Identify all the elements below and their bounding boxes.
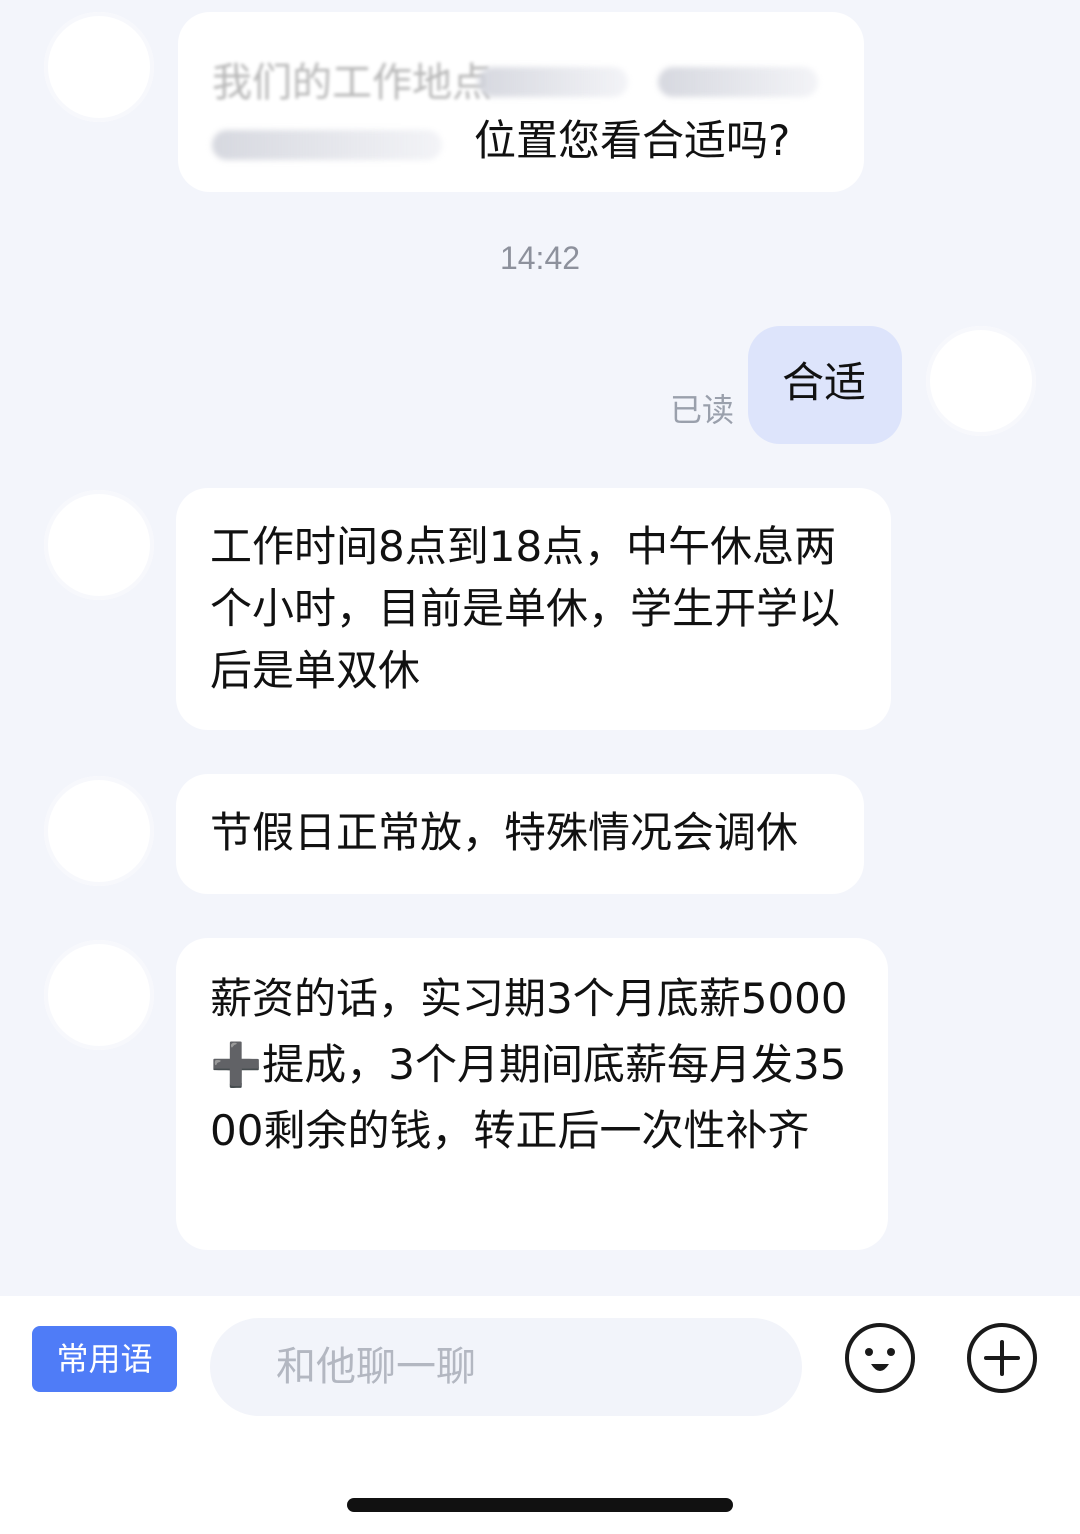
- message-bubble[interactable]: 工作时间8点到18点，中午休息两个小时，目前是单休，学生开学以后是单双休: [176, 488, 891, 730]
- sender-avatar[interactable]: [44, 776, 154, 886]
- common-phrases-button[interactable]: 常用语: [32, 1326, 177, 1392]
- message-text: 位置您看合适吗?: [474, 116, 791, 165]
- message-bubble[interactable]: 薪资的话，实习期3个月底薪5000➕提成，3个月期间底薪每月发3500剩余的钱，…: [176, 938, 888, 1250]
- message-timestamp: 14:42: [499, 240, 581, 276]
- redaction-blur: [658, 67, 818, 97]
- sender-avatar[interactable]: [44, 490, 154, 600]
- sender-avatar[interactable]: [44, 940, 154, 1050]
- sender-avatar[interactable]: [44, 12, 154, 122]
- message-text-obscured-fragment: 我们的工作地点: [212, 60, 492, 106]
- message-bubble[interactable]: 我们的工作地点 位置您看合适吗?: [178, 12, 864, 192]
- message-bubble[interactable]: 节假日正常放，特殊情况会调休: [176, 774, 864, 894]
- read-status: 已读: [670, 391, 735, 429]
- message-text: 工作时间8点到18点，中午休息两个小时，目前是单休，学生开学以后是单双休: [210, 522, 841, 695]
- message-text: 合适: [782, 358, 867, 407]
- input-bar: 常用语 和他聊一聊: [0, 1296, 1080, 1534]
- redaction-blur: [212, 130, 442, 160]
- my-avatar[interactable]: [926, 326, 1036, 436]
- my-message-bubble[interactable]: 合适: [748, 326, 902, 444]
- message-text: 薪资的话，实习期3个月底薪5000➕提成，3个月期间底薪每月发3500剩余的钱，…: [210, 974, 848, 1155]
- message-input[interactable]: 和他聊一聊: [210, 1318, 802, 1416]
- plus-circle-icon[interactable]: [966, 1322, 1038, 1394]
- message-text: 节假日正常放，特殊情况会调休: [210, 808, 799, 857]
- emoji-face-icon[interactable]: [844, 1322, 916, 1394]
- home-indicator[interactable]: [347, 1498, 733, 1512]
- chat-area[interactable]: 我们的工作地点 位置您看合适吗? 14:42 已读 合适 工作时间8点到18点，…: [0, 0, 1080, 1296]
- redaction-blur: [478, 67, 628, 97]
